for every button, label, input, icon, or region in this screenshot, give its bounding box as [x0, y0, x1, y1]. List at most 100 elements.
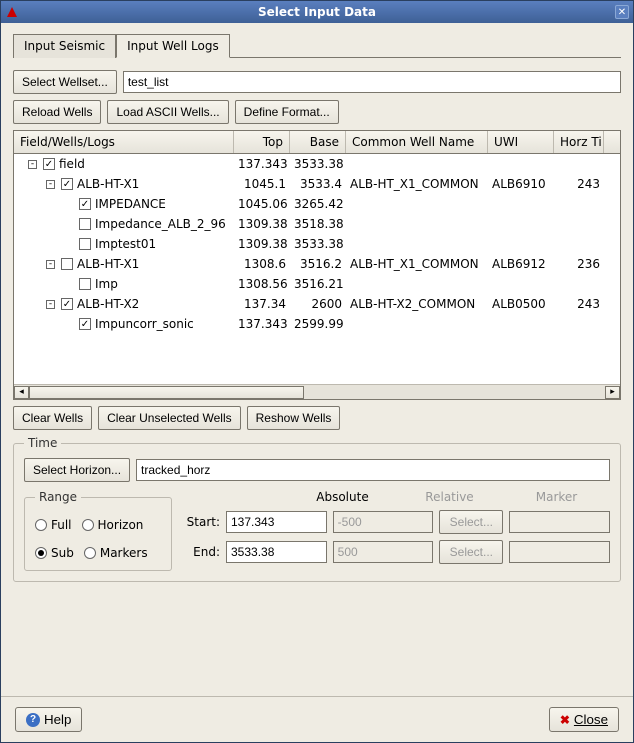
help-icon: ?: [26, 713, 40, 727]
col-header-horz[interactable]: Horz Ti: [554, 131, 604, 153]
row-label: Impedance_ALB_2_96: [95, 217, 226, 231]
cell-top: 137.34: [234, 297, 290, 311]
cell-top: 1045.06: [234, 197, 290, 211]
table-row[interactable]: Imptest011309.383533.38: [14, 234, 620, 254]
row-checkbox[interactable]: [79, 218, 91, 230]
table-body: -✓field137.3433533.38-✓ALB-HT-X11045.135…: [14, 154, 620, 384]
tab-bar: Input Seismic Input Well Logs: [13, 33, 621, 58]
cell-base: 3516.2: [290, 257, 346, 271]
range-group: Range Full Horizon Sub: [24, 490, 172, 571]
row-checkbox[interactable]: [61, 258, 73, 270]
cell-horz: 236: [554, 257, 604, 271]
marker-end-select-button: Select...: [439, 540, 503, 564]
row-checkbox[interactable]: ✓: [79, 318, 91, 330]
scroll-left-button[interactable]: ◂: [14, 386, 29, 399]
cell-base: 3533.38: [290, 237, 346, 251]
cell-top: 137.343: [234, 157, 290, 171]
row-label: ALB-HT-X1: [77, 177, 139, 191]
close-button[interactable]: ✖ Close: [549, 707, 619, 732]
table-row[interactable]: -✓ALB-HT-X2137.342600ALB-HT-X2_COMMONALB…: [14, 294, 620, 314]
cell-base: 3533.38: [290, 157, 346, 171]
col-header-top[interactable]: Top: [234, 131, 290, 153]
row-checkbox[interactable]: ✓: [79, 198, 91, 210]
cell-uwi: ALB0500: [488, 297, 554, 311]
cell-common: ALB-HT_X1_COMMON: [346, 257, 488, 271]
table-row[interactable]: -✓ALB-HT-X11045.13533.4ALB-HT_X1_COMMONA…: [14, 174, 620, 194]
app-icon: [5, 5, 19, 19]
define-format-button[interactable]: Define Format...: [235, 100, 339, 124]
row-label: ALB-HT-X2: [77, 297, 139, 311]
radio-markers[interactable]: Markers: [84, 546, 148, 560]
cell-top: 1308.56: [234, 277, 290, 291]
row-checkbox[interactable]: ✓: [43, 158, 55, 170]
close-icon: ✖: [560, 713, 570, 727]
absolute-start-input[interactable]: [226, 511, 327, 533]
tree-expander[interactable]: -: [46, 180, 55, 189]
reshow-wells-button[interactable]: Reshow Wells: [247, 406, 341, 430]
scroll-right-button[interactable]: ▸: [605, 386, 620, 399]
select-horizon-button[interactable]: Select Horizon...: [24, 458, 130, 482]
tree-expander[interactable]: -: [28, 160, 37, 169]
cell-base: 3516.21: [290, 277, 346, 291]
row-checkbox[interactable]: ✓: [61, 298, 73, 310]
radio-full[interactable]: Full: [35, 518, 72, 532]
table-row[interactable]: -ALB-HT-X11308.63516.2ALB-HT_X1_COMMONAL…: [14, 254, 620, 274]
titlebar: Select Input Data ✕: [1, 1, 633, 23]
select-wellset-button[interactable]: Select Wellset...: [13, 70, 117, 94]
start-label: Start:: [182, 515, 220, 529]
cell-base: 2600: [290, 297, 346, 311]
col-header-tree[interactable]: Field/Wells/Logs: [14, 131, 234, 153]
reload-wells-button[interactable]: Reload Wells: [13, 100, 101, 124]
relative-end-input: [333, 541, 434, 563]
wellset-name-input[interactable]: [123, 71, 621, 93]
table-row[interactable]: -✓field137.3433533.38: [14, 154, 620, 174]
radio-sub[interactable]: Sub: [35, 546, 74, 560]
cell-top: 1309.38: [234, 217, 290, 231]
cell-common: ALB-HT_X1_COMMON: [346, 177, 488, 191]
row-checkbox[interactable]: ✓: [61, 178, 73, 190]
tab-input-well-logs[interactable]: Input Well Logs: [116, 34, 230, 58]
row-checkbox[interactable]: [79, 238, 91, 250]
titlebar-close-button[interactable]: ✕: [615, 5, 629, 19]
row-label: Imptest01: [95, 237, 156, 251]
tree-expander[interactable]: -: [46, 300, 55, 309]
tree-expander[interactable]: -: [46, 260, 55, 269]
time-values-grid: Absolute Relative Marker Start: Select..…: [182, 490, 610, 571]
col-header-base[interactable]: Base: [290, 131, 346, 153]
load-ascii-wells-button[interactable]: Load ASCII Wells...: [107, 100, 228, 124]
dialog-window: Select Input Data ✕ Input Seismic Input …: [0, 0, 634, 743]
horizon-name-input[interactable]: [136, 459, 610, 481]
cell-uwi: ALB6910: [488, 177, 554, 191]
radio-horizon[interactable]: Horizon: [82, 518, 144, 532]
cell-top: 1308.6: [234, 257, 290, 271]
tab-input-seismic[interactable]: Input Seismic: [13, 34, 116, 58]
col-header-common[interactable]: Common Well Name: [346, 131, 488, 153]
time-legend: Time: [24, 436, 61, 450]
col-header-uwi[interactable]: UWI: [488, 131, 554, 153]
cell-top: 1045.1: [234, 177, 290, 191]
absolute-end-input[interactable]: [226, 541, 327, 563]
horizontal-scrollbar[interactable]: ◂ ▸: [14, 384, 620, 399]
row-label: ALB-HT-X1: [77, 257, 139, 271]
cell-horz: 243: [554, 297, 604, 311]
clear-unselected-wells-button[interactable]: Clear Unselected Wells: [98, 406, 241, 430]
end-label: End:: [182, 545, 220, 559]
table-row[interactable]: ✓IMPEDANCE1045.063265.42: [14, 194, 620, 214]
table-row[interactable]: ✓Impuncorr_sonic137.3432599.99: [14, 314, 620, 334]
marker-start-field: [509, 511, 610, 533]
dialog-footer: ? Help ✖ Close: [1, 696, 633, 742]
row-checkbox[interactable]: [79, 278, 91, 290]
col-marker: Marker: [503, 490, 610, 504]
range-legend: Range: [35, 490, 81, 504]
clear-wells-button[interactable]: Clear Wells: [13, 406, 92, 430]
table-header: Field/Wells/Logs Top Base Common Well Na…: [14, 131, 620, 154]
help-button[interactable]: ? Help: [15, 707, 82, 732]
cell-base: 3518.38: [290, 217, 346, 231]
scroll-track[interactable]: [29, 386, 605, 399]
table-row[interactable]: Impedance_ALB_2_96 1309.383518.38: [14, 214, 620, 234]
table-row[interactable]: Imp1308.563516.21: [14, 274, 620, 294]
window-title: Select Input Data: [258, 5, 376, 19]
row-label: Impuncorr_sonic: [95, 317, 194, 331]
cell-horz: 243: [554, 177, 604, 191]
scroll-thumb[interactable]: [29, 386, 304, 399]
